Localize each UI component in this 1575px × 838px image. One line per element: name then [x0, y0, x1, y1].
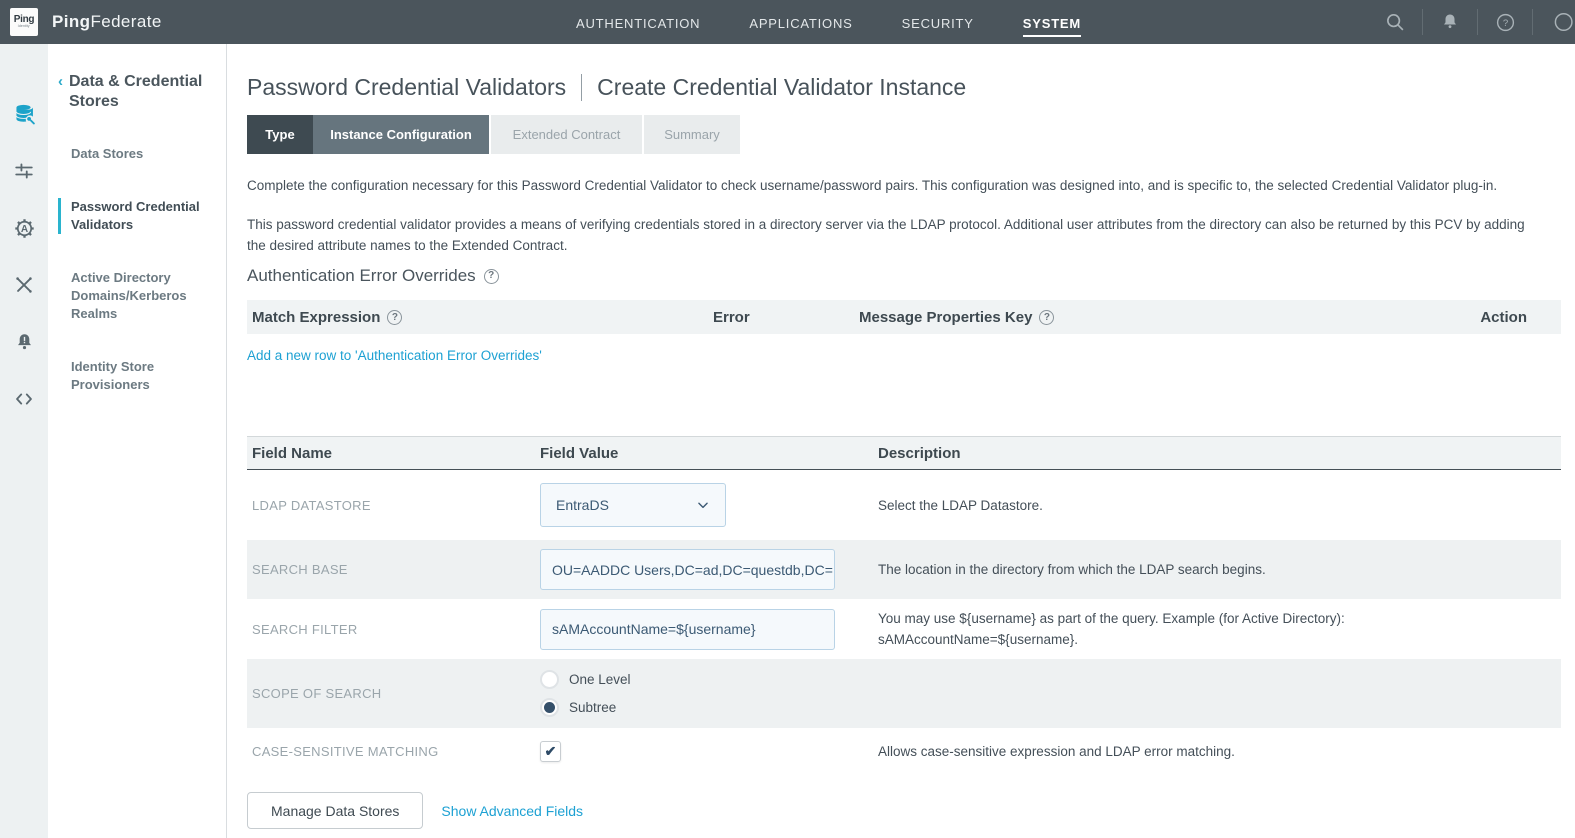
- sliders-icon[interactable]: [12, 159, 36, 183]
- primary-nav: AUTHENTICATION APPLICATIONS SECURITY SYS…: [576, 0, 1081, 44]
- nav-authentication[interactable]: AUTHENTICATION: [576, 14, 700, 31]
- sidebar-title: Data & Credential Stores: [69, 72, 212, 112]
- radio-icon[interactable]: [540, 670, 559, 689]
- table-row-ldap-datastore: LDAP DATASTORE EntraDS Select the LDAP D…: [247, 470, 1561, 540]
- topbar-icons: ?: [1380, 0, 1575, 44]
- topbar-divider: [1477, 9, 1478, 35]
- svg-text:?: ?: [1502, 18, 1507, 29]
- help-icon[interactable]: ?: [1490, 12, 1520, 33]
- field-value-cell: EntraDS: [540, 483, 878, 527]
- bell-icon[interactable]: [1435, 12, 1465, 32]
- tab-instance-configuration[interactable]: Instance Configuration: [313, 115, 489, 154]
- table-row-scope-of-search: SCOPE OF SEARCH One Level Subtree: [247, 659, 1561, 728]
- sidebar: ‹ Data & Credential Stores Data Stores P…: [48, 44, 227, 838]
- top-bar: Ping Identity PingFederate AUTHENTICATIO…: [0, 0, 1575, 44]
- col-match-expression: Match Expression ?: [252, 309, 713, 326]
- svg-text:A: A: [20, 224, 27, 235]
- chevron-left-icon: ‹: [58, 72, 63, 112]
- wizard-tabs: Type Instance Configuration Extended Con…: [247, 115, 1561, 154]
- col-action: Action: [1451, 309, 1561, 326]
- help-icon[interactable]: ?: [1039, 310, 1054, 325]
- footer-actions: Manage Data Stores Show Advanced Fields: [247, 792, 1561, 829]
- page-title-subsection: Create Credential Validator Instance: [597, 72, 966, 102]
- field-value-cell: sAMAccountName=${username}: [540, 609, 878, 650]
- ldap-datastore-select[interactable]: EntraDS: [540, 483, 726, 527]
- select-value: EntraDS: [556, 497, 609, 513]
- user-icon-partial[interactable]: [1545, 11, 1575, 33]
- search-filter-input[interactable]: sAMAccountName=${username}: [540, 609, 835, 650]
- sidebar-items: Data Stores Password Credential Validato…: [58, 145, 212, 394]
- icon-rail: A: [0, 44, 48, 838]
- radio-option-subtree[interactable]: Subtree: [540, 698, 878, 717]
- nav-system[interactable]: SYSTEM: [1023, 8, 1081, 37]
- error-overrides-header-row: Match Expression ? Error Message Propert…: [247, 300, 1561, 334]
- add-error-override-row-link[interactable]: Add a new row to 'Authentication Error O…: [247, 348, 542, 363]
- table-row-search-base: SEARCH BASE OU=AADDC Users,DC=ad,DC=ques…: [247, 540, 1561, 599]
- field-label: SEARCH BASE: [252, 562, 540, 577]
- topbar-divider: [1532, 9, 1533, 35]
- radio-option-one-level[interactable]: One Level: [540, 670, 878, 689]
- radio-icon-selected[interactable]: [540, 698, 559, 717]
- field-label: LDAP DATASTORE: [252, 498, 540, 513]
- col-error: Error: [713, 309, 859, 326]
- code-icon[interactable]: [12, 387, 36, 411]
- field-value-cell: ✔: [540, 741, 878, 762]
- gear-a-icon[interactable]: A: [12, 216, 36, 240]
- auth-error-overrides-heading: Authentication Error Overrides ?: [247, 265, 1561, 287]
- manage-data-stores-button[interactable]: Manage Data Stores: [247, 792, 423, 829]
- ping-logo[interactable]: Ping Identity: [10, 8, 38, 36]
- chevron-down-icon: [696, 498, 710, 512]
- help-icon[interactable]: ?: [387, 310, 402, 325]
- brand-title: PingFederate: [52, 12, 162, 32]
- page-title-section: Password Credential Validators: [247, 72, 566, 102]
- field-description: You may use ${username} as part of the q…: [878, 608, 1418, 650]
- tab-summary: Summary: [644, 115, 740, 154]
- show-advanced-fields-link[interactable]: Show Advanced Fields: [441, 803, 583, 819]
- col-description: Description: [878, 445, 1561, 462]
- main-content: Password Credential Validators Create Cr…: [247, 44, 1561, 829]
- checkmark-icon: ✔: [545, 743, 557, 760]
- data-stores-icon[interactable]: [12, 102, 36, 126]
- intro-paragraph-2: This password credential validator provi…: [247, 214, 1547, 256]
- search-base-input[interactable]: OU=AADDC Users,DC=ad,DC=questdb,DC=: [540, 549, 835, 590]
- field-description: The location in the directory from which…: [878, 559, 1418, 580]
- ping-logo-text: Ping: [14, 15, 34, 25]
- field-description: Select the LDAP Datastore.: [878, 495, 1418, 516]
- field-value-cell: One Level Subtree: [540, 670, 878, 717]
- intro-paragraph-1: Complete the configuration necessary for…: [247, 175, 1561, 196]
- tab-type[interactable]: Type: [247, 115, 313, 154]
- sidebar-item-active-directory-domains[interactable]: Active Directory Domains/Kerberos Realms: [58, 269, 212, 323]
- page-title: Password Credential Validators Create Cr…: [247, 72, 1561, 102]
- nav-applications[interactable]: APPLICATIONS: [749, 14, 852, 31]
- col-message-properties-key: Message Properties Key ?: [859, 309, 1451, 326]
- sidebar-back[interactable]: ‹ Data & Credential Stores: [58, 72, 212, 112]
- table-row-search-filter: SEARCH FILTER sAMAccountName=${username}…: [247, 599, 1561, 659]
- alert-bell-icon[interactable]: [12, 330, 36, 354]
- field-value-cell: OU=AADDC Users,DC=ad,DC=questdb,DC=: [540, 549, 878, 590]
- col-field-name: Field Name: [252, 445, 540, 462]
- scope-radio-group: One Level Subtree: [540, 670, 878, 717]
- ping-logo-subtext: Identity: [18, 25, 30, 28]
- search-icon[interactable]: [1380, 11, 1410, 33]
- table-row-case-sensitive-matching: CASE-SENSITIVE MATCHING ✔ Allows case-se…: [247, 728, 1561, 775]
- sidebar-item-identity-store-provisioners[interactable]: Identity Store Provisioners: [58, 358, 212, 394]
- sidebar-item-password-credential-validators[interactable]: Password Credential Validators: [58, 198, 212, 234]
- field-description: Allows case-sensitive expression and LDA…: [878, 741, 1418, 762]
- help-icon[interactable]: ?: [484, 269, 499, 284]
- col-field-value: Field Value: [540, 445, 878, 462]
- connector-icon[interactable]: [12, 273, 36, 297]
- fields-header-row: Field Name Field Value Description: [247, 436, 1561, 470]
- tab-extended-contract: Extended Contract: [491, 115, 642, 154]
- field-label: SEARCH FILTER: [252, 622, 540, 637]
- sidebar-item-data-stores[interactable]: Data Stores: [58, 145, 212, 163]
- title-divider: [581, 74, 582, 101]
- case-sensitive-checkbox[interactable]: ✔: [540, 741, 561, 762]
- nav-security[interactable]: SECURITY: [902, 14, 974, 31]
- topbar-divider: [1422, 9, 1423, 35]
- field-label: SCOPE OF SEARCH: [252, 686, 540, 701]
- field-label: CASE-SENSITIVE MATCHING: [252, 744, 540, 759]
